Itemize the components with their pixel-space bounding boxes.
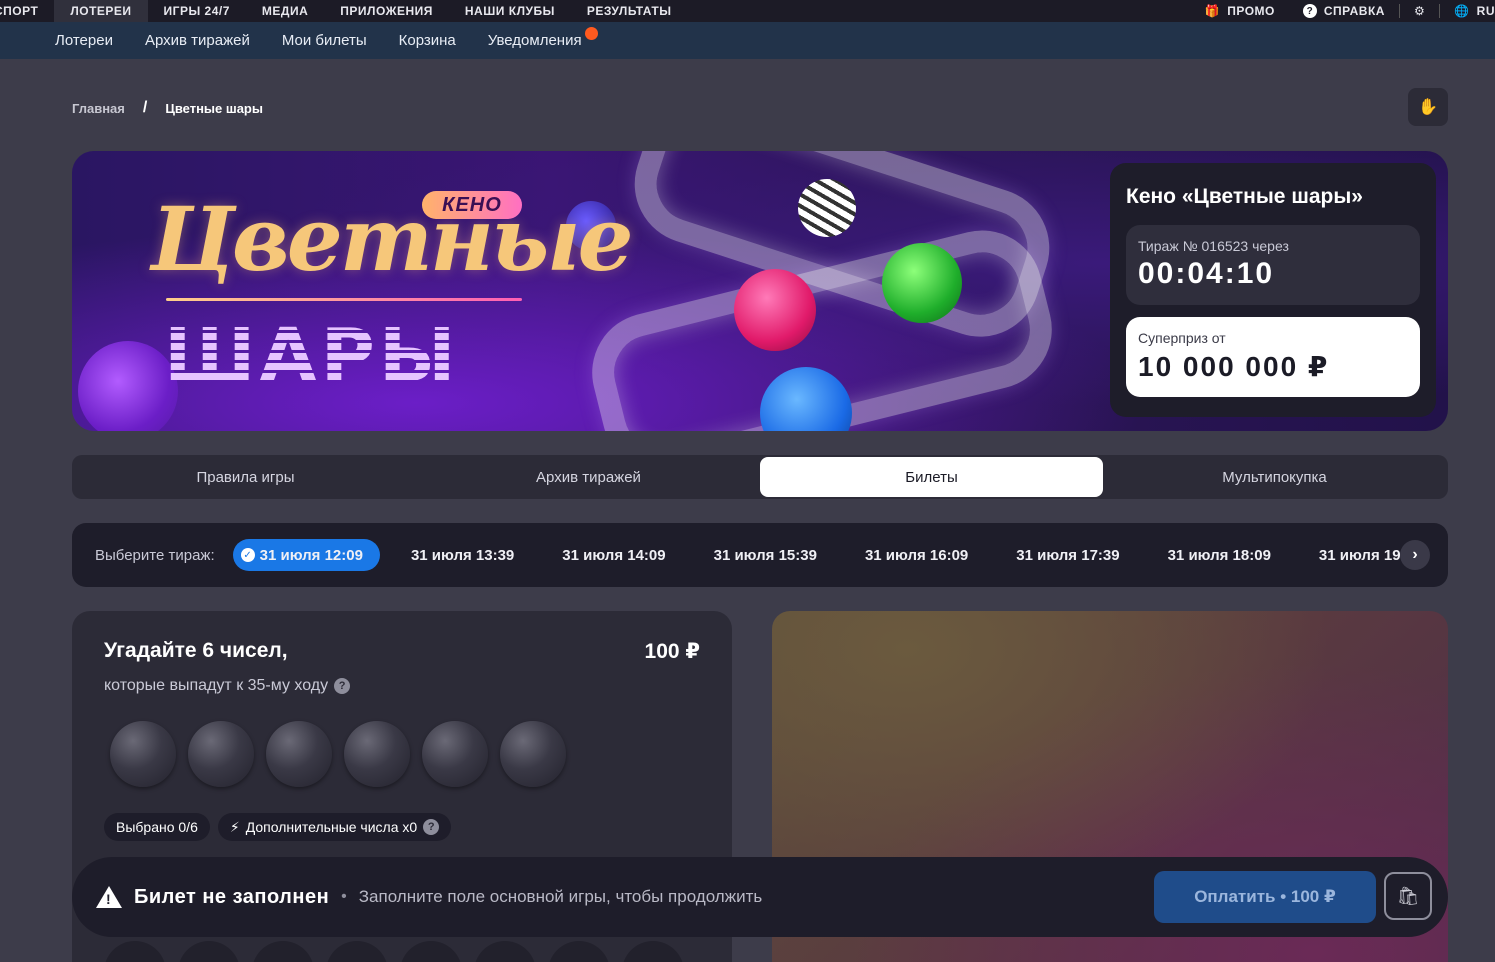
warning-icon: ! (96, 886, 122, 908)
topnav-sport[interactable]: СПОРТ (0, 0, 54, 22)
ticket-title: Угадайте 6 чисел, (104, 639, 288, 662)
ticket-subtitle: которые выпадут к 35-му ходу ? (104, 677, 351, 695)
logo-rule (166, 298, 522, 301)
topnav-media[interactable]: МЕДИА (246, 0, 324, 22)
ticket-price: 100 ₽ (644, 640, 700, 663)
number-ball[interactable] (474, 941, 536, 962)
decor-ball-pink (734, 269, 816, 351)
number-ball[interactable] (622, 941, 684, 962)
draws-next-button[interactable]: › (1400, 540, 1430, 570)
globe-icon: 🌐 (1454, 4, 1470, 18)
number-slot[interactable] (110, 721, 176, 787)
lottery-banner: Цветные ШАРЫ КЕНО Кено «Цветные шары» Ти… (72, 151, 1448, 431)
top-nav: СПОРТ ЛОТЕРЕИ ИГРЫ 24/7 МЕДИА ПРИЛОЖЕНИЯ… (0, 0, 1495, 22)
promo-link[interactable]: 🎁 ПРОМО (1191, 4, 1289, 18)
ticket-chips: Выбрано 0/6 ⚡ Дополнительные числа x0 ? (104, 813, 452, 841)
number-ball[interactable] (400, 941, 462, 962)
topnav-results[interactable]: РЕЗУЛЬТАТЫ (571, 0, 688, 22)
add-to-cart-button[interactable]: 🛍 (1384, 872, 1432, 920)
lottery-tabs: Правила игры Архив тиражей Билеты Мульти… (72, 455, 1448, 499)
breadcrumb-current: Цветные шары (165, 100, 263, 116)
gear-icon: ⚙ (1413, 4, 1426, 18)
status-title: Билет не заполнен (134, 885, 330, 908)
notification-dot (584, 27, 598, 40)
draw-option[interactable]: ✓ 31 июля 12:09 (232, 539, 380, 571)
breadcrumb-home[interactable]: Главная (72, 101, 125, 116)
subnav-notifications[interactable]: Уведомления (488, 27, 598, 49)
breadcrumb-separator: / (142, 99, 148, 116)
draw-option[interactable]: 31 июля 17:39 (999, 539, 1136, 571)
ticket-status-bar: ! Билет не заполнен • Заполните поле осн… (72, 857, 1448, 937)
sub-nav: Лотереи Архив тиражей Мои билеты Корзина… (0, 22, 1495, 59)
gift-icon: 🎁 (1204, 4, 1221, 18)
settings-link[interactable]: ⚙ (1400, 4, 1439, 18)
tab-tickets[interactable]: Билеты (760, 457, 1103, 497)
breadcrumb: Главная / Цветные шары (72, 99, 263, 117)
timer-value: 00:04:10 (1138, 257, 1275, 290)
decor-ball-striped (798, 179, 856, 237)
number-ball[interactable] (326, 941, 388, 962)
number-slot[interactable] (500, 721, 566, 787)
language-selector[interactable]: 🌐 RU (1440, 4, 1495, 18)
number-ball[interactable] (178, 941, 240, 962)
help-link[interactable]: ? СПРАВКА (1289, 4, 1399, 18)
hand-icon: ✋ (1418, 99, 1438, 116)
draw-selector-label: Выберите тираж: (95, 546, 215, 564)
topnav-lotteries[interactable]: ЛОТЕРЕИ (54, 0, 148, 22)
lottery-name: Кено «Цветные шары» (1126, 185, 1363, 208)
timer-label: Тираж № 016523 через (1138, 238, 1289, 254)
number-grid (104, 941, 684, 962)
number-slot[interactable] (188, 721, 254, 787)
logo-subtitle: ШАРЫ (164, 313, 460, 399)
draw-option[interactable]: 31 июля 16:09 (848, 539, 985, 571)
status-description: Заполните поле основной игры, чтобы прод… (358, 887, 763, 906)
keno-badge: КЕНО (422, 191, 522, 219)
subnav-lotteries[interactable]: Лотереи (55, 32, 113, 49)
topnav-clubs[interactable]: НАШИ КЛУБЫ (449, 0, 571, 22)
superprize: Суперприз от 10 000 000 ₽ (1126, 317, 1420, 397)
subnav-archive[interactable]: Архив тиражей (145, 32, 250, 49)
help-icon[interactable]: ? (334, 678, 351, 694)
chevron-right-icon: › (1412, 546, 1418, 563)
draw-timer: Тираж № 016523 через 00:04:10 (1126, 225, 1420, 305)
number-slot[interactable] (422, 721, 488, 787)
tab-rules[interactable]: Правила игры (74, 457, 417, 497)
number-slot[interactable] (266, 721, 332, 787)
draw-selector: Выберите тираж: ✓ 31 июля 12:09 31 июля … (72, 523, 1448, 587)
selected-count-chip: Выбрано 0/6 (104, 813, 210, 841)
status-separator: • (341, 888, 347, 905)
selected-numbers (110, 721, 566, 787)
draw-option[interactable]: 31 июля 14:09 (545, 539, 682, 571)
subnav-my-tickets[interactable]: Мои билеты (282, 32, 367, 49)
draw-option[interactable]: 31 июля 18:09 (1151, 539, 1288, 571)
tab-archive[interactable]: Архив тиражей (417, 457, 760, 497)
number-ball[interactable] (252, 941, 314, 962)
number-ball[interactable] (104, 941, 166, 962)
number-slot[interactable] (344, 721, 410, 787)
pay-button[interactable]: Оплатить • 100 ₽ (1154, 871, 1376, 923)
lightning-icon: ⚡ (229, 818, 240, 835)
extra-numbers-chip: ⚡ Дополнительные числа x0 ? (217, 813, 452, 841)
draw-option[interactable]: 31 июля 15:39 (697, 539, 834, 571)
decor-ball-purple (78, 341, 178, 431)
subnav-cart[interactable]: Корзина (399, 32, 456, 49)
view-settings-button[interactable]: ✋ (1408, 88, 1448, 126)
number-ball[interactable] (548, 941, 610, 962)
draw-info-card: Кено «Цветные шары» Тираж № 016523 через… (1110, 163, 1436, 417)
cart-icon: 🛍 (1396, 885, 1420, 906)
logo-title: Цветные (150, 187, 634, 291)
draw-option[interactable]: 31 июля 13:39 (394, 539, 531, 571)
tab-multibuy[interactable]: Мультипокупка (1103, 457, 1446, 497)
decor-ball-green (882, 243, 962, 323)
prize-label: Суперприз от (1138, 330, 1226, 346)
prize-value: 10 000 000 ₽ (1138, 351, 1330, 382)
help-icon[interactable]: ? (423, 819, 440, 835)
check-icon: ✓ (240, 548, 255, 562)
question-icon: ? (1302, 4, 1317, 18)
topnav-games[interactable]: ИГРЫ 24/7 (148, 0, 246, 22)
topnav-apps[interactable]: ПРИЛОЖЕНИЯ (324, 0, 449, 22)
